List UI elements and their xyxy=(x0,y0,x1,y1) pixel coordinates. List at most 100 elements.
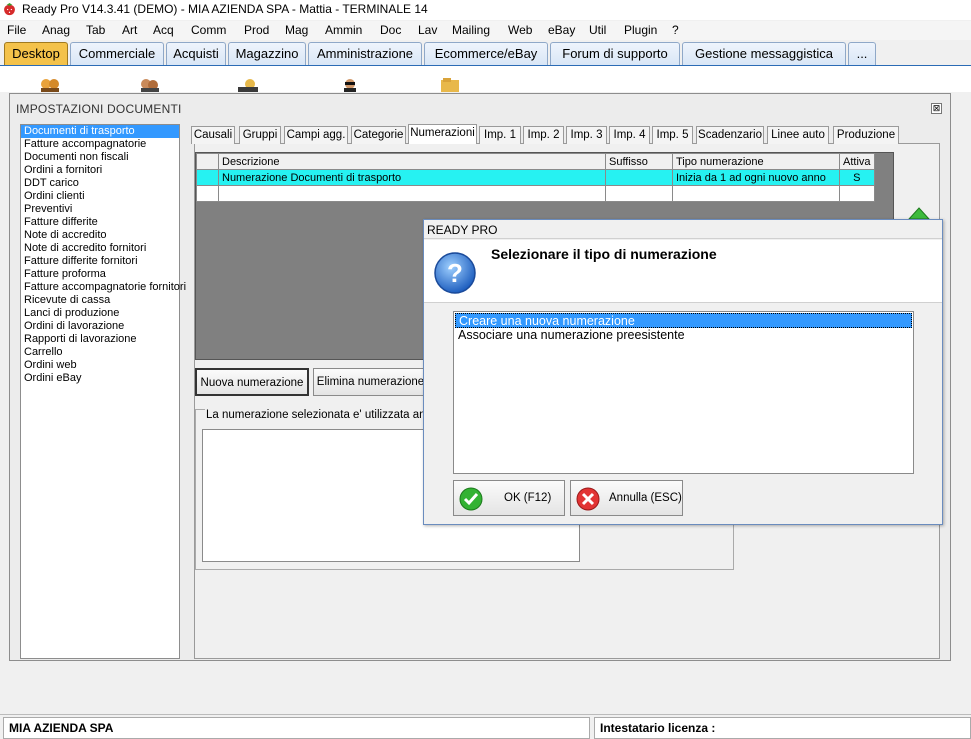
people-icon[interactable] xyxy=(38,76,62,92)
tab-linee-auto[interactable]: Linee auto xyxy=(767,126,829,144)
title-bar: Ready Pro V14.3.41 (DEMO) - MIA AZIENDA … xyxy=(0,0,971,20)
menu-mag[interactable]: Mag xyxy=(285,23,308,37)
list-item[interactable]: Fatture differite xyxy=(21,216,179,229)
tab-acquisti[interactable]: Acquisti xyxy=(166,42,226,65)
menu-doc[interactable]: Doc xyxy=(380,23,401,37)
tab-scadenzario[interactable]: Scadenzario xyxy=(696,126,764,144)
tab-imp-5[interactable]: Imp. 5 xyxy=(652,126,693,144)
list-item[interactable]: Ricevute di cassa xyxy=(21,294,179,307)
tab-imp-2[interactable]: Imp. 2 xyxy=(523,126,564,144)
list-item[interactable]: Ordini di lavorazione xyxy=(21,320,179,333)
cell-empty[interactable] xyxy=(672,185,840,202)
agent-icon[interactable] xyxy=(338,76,362,92)
menu-comm[interactable]: Comm xyxy=(191,23,226,37)
list-item-documenti-di-trasporto[interactable]: Documenti di trasporto xyxy=(21,125,179,138)
column-header-suffisso[interactable]: Suffisso xyxy=(605,153,673,170)
menu-web[interactable]: Web xyxy=(508,23,532,37)
option-new-numbering[interactable]: Creare una nuova numerazione xyxy=(455,313,912,328)
new-numbering-button[interactable]: Nuova numerazione xyxy=(195,368,309,396)
tab-categorie[interactable]: Categorie xyxy=(351,126,406,144)
tab-desktop[interactable]: Desktop xyxy=(4,42,68,65)
tab-imp-4[interactable]: Imp. 4 xyxy=(609,126,650,144)
document-type-list[interactable]: Documenti di trasporto Fatture accompagn… xyxy=(20,124,186,659)
tab-more[interactable]: ... xyxy=(848,42,876,65)
tab-produzione[interactable]: Produzione xyxy=(833,126,899,144)
menu-plugin[interactable]: Plugin xyxy=(624,23,657,37)
column-header-tipo-numerazione[interactable]: Tipo numerazione xyxy=(672,153,840,170)
delete-numbering-button[interactable]: Elimina numerazione xyxy=(313,368,428,396)
menu-bar: File Anag Tab Art Acq Comm Prod Mag Ammi… xyxy=(0,21,971,40)
list-item[interactable]: Fatture differite fornitori xyxy=(21,255,179,268)
folder-icon[interactable] xyxy=(438,76,462,92)
tab-forum-supporto[interactable]: Forum di supporto xyxy=(550,42,680,65)
list-item[interactable]: Preventivi xyxy=(21,203,179,216)
cell-tipo-numerazione[interactable]: Inizia da 1 ad ogni nuovo anno xyxy=(672,169,840,186)
menu-ebay[interactable]: eBay xyxy=(548,23,575,37)
cell-empty[interactable] xyxy=(218,185,606,202)
list-item[interactable]: Ordini eBay xyxy=(21,372,179,385)
worker-icon[interactable] xyxy=(236,76,260,92)
list-item[interactable]: Rapporti di lavorazione xyxy=(21,333,179,346)
list-item[interactable]: Fatture proforma xyxy=(21,268,179,281)
dialog-heading: Selezionare il tipo di numerazione xyxy=(491,246,717,262)
row-header[interactable] xyxy=(196,185,219,202)
cancel-button[interactable]: Annulla (ESC) xyxy=(570,480,683,516)
numbering-type-dialog: READY PRO ? Selezionare il tipo di numer… xyxy=(423,219,943,525)
status-bar: MIA AZIENDA SPA Intestatario licenza : xyxy=(0,714,971,739)
tab-magazzino[interactable]: Magazzino xyxy=(228,42,306,65)
list-item[interactable]: Carrello xyxy=(21,346,179,359)
list-item[interactable]: Ordini a fornitori xyxy=(21,164,179,177)
menu-prod[interactable]: Prod xyxy=(244,23,269,37)
tab-imp-1[interactable]: Imp. 1 xyxy=(479,126,521,144)
cell-empty[interactable] xyxy=(605,185,673,202)
menu-util[interactable]: Util xyxy=(589,23,606,37)
customers-icon[interactable] xyxy=(137,76,161,92)
menu-help[interactable]: ? xyxy=(672,23,679,37)
menu-acq[interactable]: Acq xyxy=(153,23,174,37)
cell-suffisso[interactable] xyxy=(605,169,673,186)
check-icon xyxy=(459,487,483,511)
numbering-type-list[interactable]: Creare una nuova numerazione Associare u… xyxy=(453,311,914,474)
tab-amministrazione[interactable]: Amministrazione xyxy=(308,42,422,65)
cell-attiva[interactable]: S xyxy=(839,169,875,186)
row-header[interactable] xyxy=(196,169,219,186)
list-item[interactable]: Note di accredito xyxy=(21,229,179,242)
tab-gruppi[interactable]: Gruppi xyxy=(239,126,281,144)
status-license: Intestatario licenza : xyxy=(594,717,971,739)
tab-imp-3[interactable]: Imp. 3 xyxy=(566,126,607,144)
list-item[interactable]: Lanci di produzione xyxy=(21,307,179,320)
list-item[interactable]: DDT carico xyxy=(21,177,179,190)
tab-commerciale[interactable]: Commerciale xyxy=(70,42,164,65)
table-row[interactable]: Numerazione Documenti di trasporto Inizi… xyxy=(196,169,875,186)
list-item[interactable]: Fatture accompagnatorie fornitori xyxy=(21,281,186,294)
menu-tab[interactable]: Tab xyxy=(86,23,105,37)
row-header-corner xyxy=(196,153,219,170)
list-item[interactable]: Ordini web xyxy=(21,359,179,372)
table-row-new[interactable] xyxy=(196,185,875,202)
cell-empty[interactable] xyxy=(839,185,875,202)
menu-lav[interactable]: Lav xyxy=(418,23,437,37)
usage-group-label: La numerazione selezionata e' utilizzata… xyxy=(205,409,446,421)
column-header-attiva[interactable]: Attiva xyxy=(839,153,875,170)
list-item[interactable]: Ordini clienti xyxy=(21,190,179,203)
option-existing-numbering[interactable]: Associare una numerazione preesistente xyxy=(455,328,912,343)
menu-anag[interactable]: Anag xyxy=(42,23,70,37)
column-header-descrizione[interactable]: Descrizione xyxy=(218,153,606,170)
tab-causali[interactable]: Causali xyxy=(191,126,235,144)
close-icon xyxy=(576,487,600,511)
list-item[interactable]: Documenti non fiscali xyxy=(21,151,179,164)
menu-art[interactable]: Art xyxy=(122,23,137,37)
cell-descrizione[interactable]: Numerazione Documenti di trasporto xyxy=(218,169,606,186)
close-icon[interactable]: ⊠ xyxy=(931,103,942,114)
menu-mailing[interactable]: Mailing xyxy=(452,23,490,37)
list-item[interactable]: Note di accredito fornitori xyxy=(21,242,179,255)
menu-ammin[interactable]: Ammin xyxy=(325,23,362,37)
ok-button[interactable]: OK (F12) xyxy=(453,480,565,516)
tab-campi-agg[interactable]: Campi agg. xyxy=(284,126,348,144)
main-tab-strip: Desktop Commerciale Acquisti Magazzino A… xyxy=(0,40,971,66)
tab-ecommerce-ebay[interactable]: Ecommerce/eBay xyxy=(424,42,548,65)
list-item[interactable]: Fatture accompagnatorie xyxy=(21,138,179,151)
menu-file[interactable]: File xyxy=(7,23,26,37)
tab-numerazioni[interactable]: Numerazioni xyxy=(408,124,477,144)
tab-gestione-messaggistica[interactable]: Gestione messaggistica xyxy=(682,42,846,65)
